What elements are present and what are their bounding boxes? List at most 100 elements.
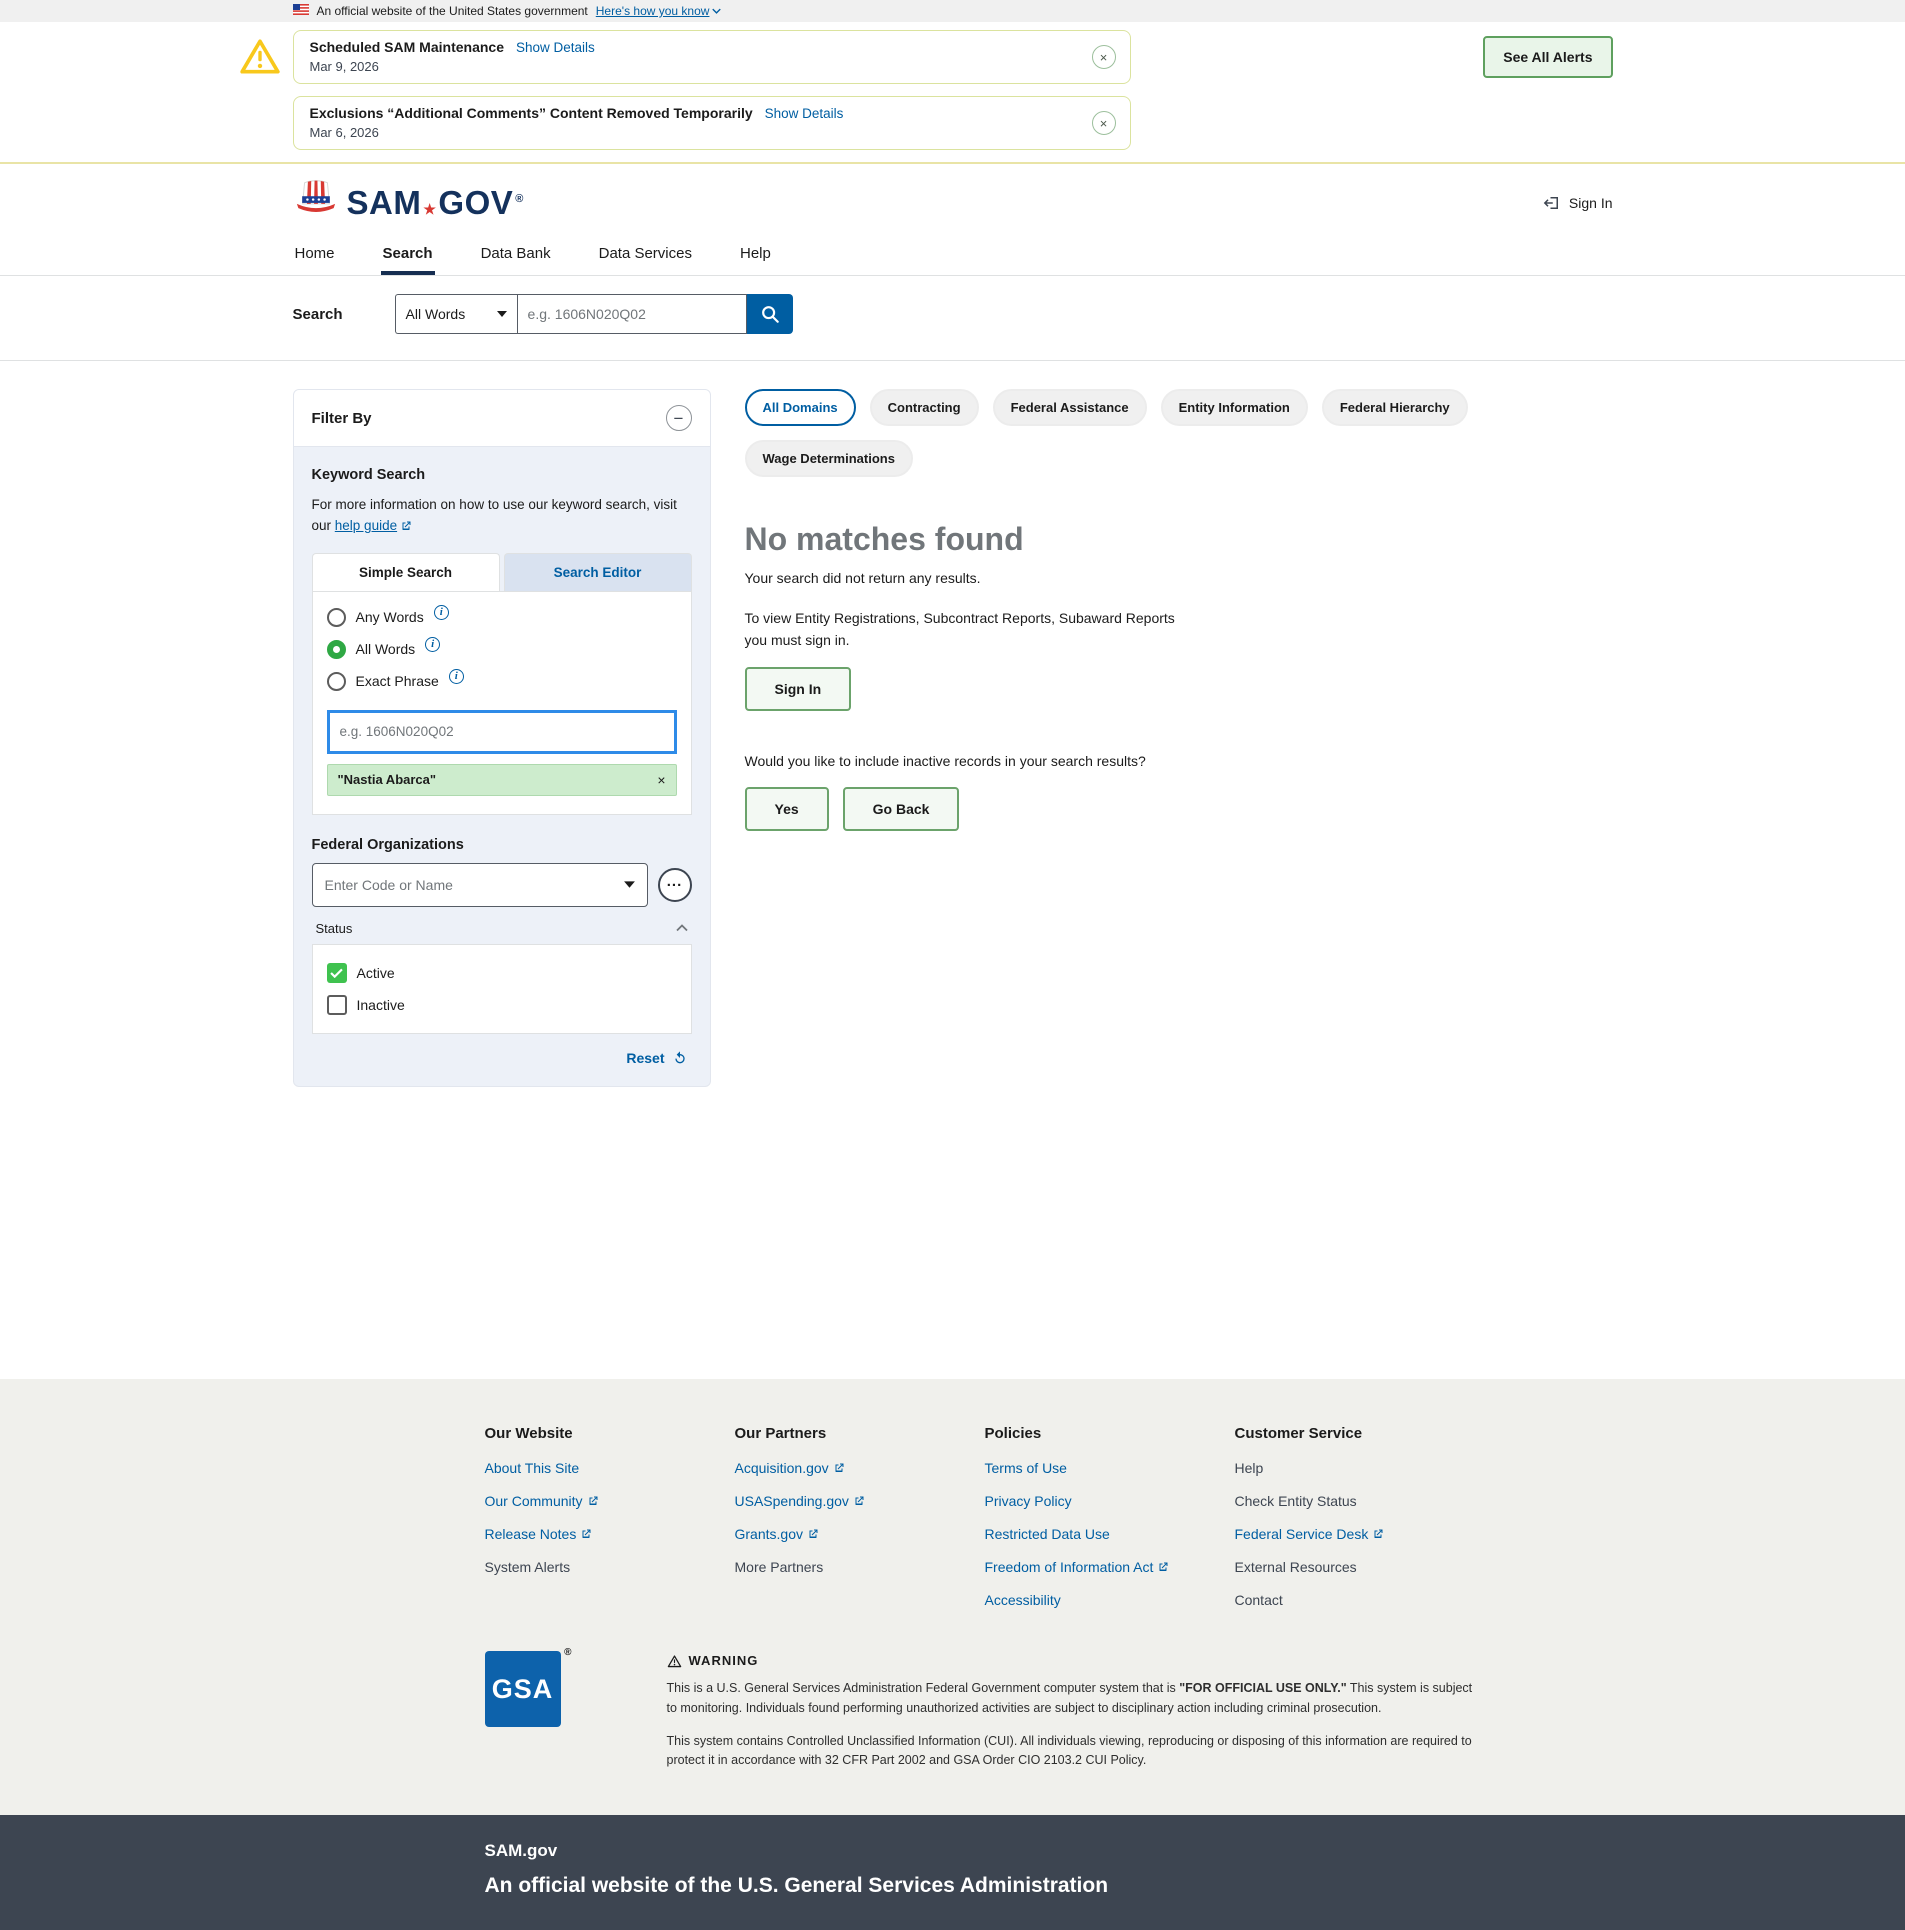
- footer-link-system-alerts[interactable]: System Alerts: [485, 1559, 571, 1575]
- keyword-search-box: Any Words i All Words i Exact Phrase i: [312, 591, 692, 815]
- footer-link-federal-service-desk[interactable]: Federal Service Desk: [1235, 1526, 1385, 1542]
- external-link-icon: [580, 1528, 592, 1540]
- more-organizations-button[interactable]: ...: [658, 868, 692, 902]
- keyword-input[interactable]: [327, 710, 677, 754]
- keyword-info-text: For more information on how to use our k…: [312, 495, 692, 537]
- external-link-icon: [833, 1462, 845, 1474]
- external-link-icon: [1372, 1528, 1384, 1540]
- alert-date: Mar 6, 2026: [310, 125, 1068, 140]
- federal-organizations-heading: Federal Organizations: [312, 837, 692, 853]
- footer-tagline: An official website of the U.S. General …: [485, 1874, 1613, 1898]
- footer-link-privacy-policy[interactable]: Privacy Policy: [985, 1493, 1072, 1509]
- tab-simple-search[interactable]: Simple Search: [312, 553, 500, 591]
- refresh-icon: [672, 1050, 688, 1066]
- external-link-icon: [400, 520, 412, 532]
- collapse-filters-button[interactable]: −: [666, 405, 692, 431]
- nav-item-help[interactable]: Help: [738, 233, 773, 275]
- pill-contracting[interactable]: Contracting: [870, 389, 979, 426]
- gov-banner-text: An official website of the United States…: [317, 4, 588, 18]
- alert-list: Scheduled SAM Maintenance Show Details M…: [293, 30, 1131, 150]
- footer-link-acquisition-gov[interactable]: Acquisition.gov: [735, 1460, 845, 1476]
- dark-footer: SAM.gov An official website of the U.S. …: [0, 1815, 1905, 1930]
- reset-filters-link[interactable]: Reset: [312, 1034, 692, 1072]
- radio-any-words-label: Any Words: [356, 609, 424, 625]
- footer-link-grants-gov[interactable]: Grants.gov: [735, 1526, 819, 1542]
- search-input[interactable]: [517, 294, 747, 334]
- how-you-know-link[interactable]: Here's how you know: [596, 4, 722, 18]
- info-icon[interactable]: i: [434, 605, 449, 620]
- close-icon[interactable]: ×: [1092, 45, 1116, 69]
- gov-banner: An official website of the United States…: [0, 0, 1905, 22]
- pill-entity-information[interactable]: Entity Information: [1161, 389, 1308, 426]
- help-guide-link[interactable]: help guide: [335, 516, 412, 537]
- footer-link-check-entity-status[interactable]: Check Entity Status: [1235, 1493, 1357, 1509]
- show-details-link[interactable]: Show Details: [765, 106, 844, 121]
- star-icon: ★: [423, 202, 436, 216]
- pill-all-domains[interactable]: All Domains: [745, 389, 856, 426]
- checkbox-inactive[interactable]: [327, 995, 347, 1015]
- footer-link-restricted-data-use[interactable]: Restricted Data Use: [985, 1526, 1110, 1542]
- sign-in-button[interactable]: Sign In: [745, 667, 852, 711]
- site-footer: Our Website About This Site Our Communit…: [0, 1379, 1905, 1815]
- yes-button[interactable]: Yes: [745, 787, 829, 831]
- nav-item-data-services[interactable]: Data Services: [597, 233, 694, 275]
- federal-organizations-select[interactable]: Enter Code or Name: [312, 863, 648, 907]
- radio-all-words[interactable]: [327, 640, 346, 659]
- alert-title: Exclusions “Additional Comments” Content…: [310, 105, 753, 121]
- footer-link-external-resources[interactable]: External Resources: [1235, 1559, 1357, 1575]
- info-icon[interactable]: i: [449, 669, 464, 684]
- sam-gov-logo[interactable]: SAM★GOV®: [293, 180, 524, 225]
- alert-date: Mar 9, 2026: [310, 59, 1068, 74]
- footer-link-usaspending-gov[interactable]: USASpending.gov: [735, 1493, 865, 1509]
- radio-exact-phrase[interactable]: [327, 672, 346, 691]
- footer-link-about-this-site[interactable]: About This Site: [485, 1460, 580, 1476]
- chevron-up-icon: [676, 924, 688, 932]
- footer-link-terms-of-use[interactable]: Terms of Use: [985, 1460, 1067, 1476]
- footer-link-more-partners[interactable]: More Partners: [735, 1559, 824, 1575]
- footer-link-help[interactable]: Help: [1235, 1460, 1264, 1476]
- footer-link-foia[interactable]: Freedom of Information Act: [985, 1559, 1170, 1575]
- warning-triangle-icon: [239, 38, 281, 79]
- sign-in-icon: [1543, 194, 1561, 212]
- alerts-section: Scheduled SAM Maintenance Show Details M…: [0, 22, 1905, 164]
- no-results-text: Your search did not return any results.: [745, 570, 1613, 586]
- caret-down-icon: [624, 881, 635, 888]
- check-icon: [330, 968, 343, 978]
- pill-federal-assistance[interactable]: Federal Assistance: [993, 389, 1147, 426]
- search-button[interactable]: [747, 294, 793, 334]
- close-icon[interactable]: ×: [1092, 111, 1116, 135]
- footer-link-accessibility[interactable]: Accessibility: [985, 1592, 1061, 1608]
- pill-wage-determinations[interactable]: Wage Determinations: [745, 440, 913, 477]
- alert-title: Scheduled SAM Maintenance: [310, 39, 504, 55]
- chip-remove-icon[interactable]: ×: [657, 772, 665, 788]
- footer-link-contact[interactable]: Contact: [1235, 1592, 1283, 1608]
- radio-any-words[interactable]: [327, 608, 346, 627]
- see-all-alerts-button[interactable]: See All Alerts: [1483, 36, 1612, 78]
- domain-filter-pills: All Domains Contracting Federal Assistan…: [745, 389, 1613, 477]
- sign-in-link[interactable]: Sign In: [1543, 194, 1613, 212]
- status-options-box: Active Inactive: [312, 944, 692, 1034]
- external-link-icon: [1157, 1561, 1169, 1573]
- search-type-select[interactable]: All Words: [395, 294, 517, 334]
- show-details-link[interactable]: Show Details: [516, 40, 595, 55]
- warning-paragraph: This is a U.S. General Services Administ…: [667, 1679, 1479, 1718]
- nav-item-data-bank[interactable]: Data Bank: [479, 233, 553, 275]
- search-results-section: All Domains Contracting Federal Assistan…: [745, 389, 1613, 831]
- status-heading: Status: [316, 921, 353, 936]
- nav-item-home[interactable]: Home: [293, 233, 337, 275]
- checkbox-active[interactable]: [327, 963, 347, 983]
- tab-search-editor[interactable]: Search Editor: [504, 553, 692, 591]
- footer-link-release-notes[interactable]: Release Notes: [485, 1526, 593, 1542]
- no-matches-heading: No matches found: [745, 521, 1613, 558]
- warning-title: WARNING: [689, 1651, 759, 1671]
- warning-icon: [667, 1655, 682, 1668]
- info-icon[interactable]: i: [425, 637, 440, 652]
- footer-link-our-community[interactable]: Our Community: [485, 1493, 599, 1509]
- status-section-header[interactable]: Status: [312, 907, 692, 944]
- go-back-button[interactable]: Go Back: [843, 787, 960, 831]
- footer-column-our-partners: Our Partners Acquisition.gov USASpending…: [735, 1425, 985, 1625]
- pill-federal-hierarchy[interactable]: Federal Hierarchy: [1322, 389, 1468, 426]
- filter-panel-title: Filter By: [312, 410, 372, 427]
- nav-item-search[interactable]: Search: [381, 233, 435, 275]
- filter-panel: Filter By − Keyword Search For more info…: [293, 389, 711, 1087]
